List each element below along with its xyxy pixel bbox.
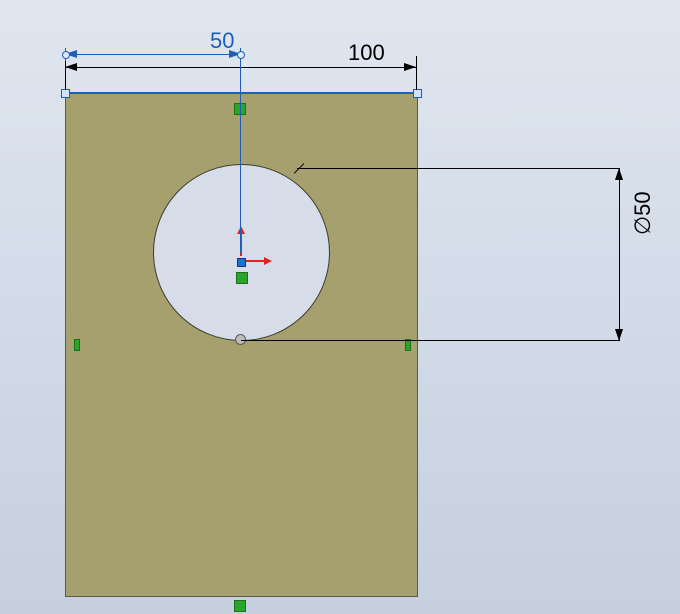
- dimDia-leader-top: [297, 168, 620, 169]
- constraint-handle-left-mid[interactable]: [74, 339, 80, 351]
- dim100-line[interactable]: [65, 67, 417, 68]
- constraint-handle-origin[interactable]: [236, 272, 248, 284]
- vertex-handle-top-right[interactable]: [413, 89, 422, 98]
- vertex-handle-top-left[interactable]: [61, 89, 70, 98]
- dimension-label-offset[interactable]: 50: [210, 28, 234, 54]
- dimDia-leader-bottom: [241, 340, 620, 341]
- selected-top-edge[interactable]: [65, 92, 417, 94]
- dim50-grip-right[interactable]: [237, 51, 245, 59]
- dim100-arrow-right: [404, 63, 416, 71]
- dimension-label-diameter[interactable]: ∅50: [630, 191, 656, 235]
- dim100-ext-left: [65, 56, 66, 90]
- dim100-arrow-left: [65, 63, 77, 71]
- cad-sketch-canvas[interactable]: 100 50 ∅50: [0, 0, 680, 614]
- dimDia-line[interactable]: [619, 168, 620, 341]
- dim100-ext-right: [416, 56, 417, 90]
- dim50-line[interactable]: [65, 54, 241, 55]
- dim50-grip-left[interactable]: [62, 51, 70, 59]
- dimDia-arrow-down: [615, 329, 623, 341]
- origin-point[interactable]: [237, 258, 246, 267]
- dimension-label-width[interactable]: 100: [348, 40, 385, 66]
- dim50-center-extension: [240, 48, 241, 253]
- constraint-handle-bottom-mid[interactable]: [234, 600, 246, 612]
- dimDia-arrow-up: [615, 168, 623, 180]
